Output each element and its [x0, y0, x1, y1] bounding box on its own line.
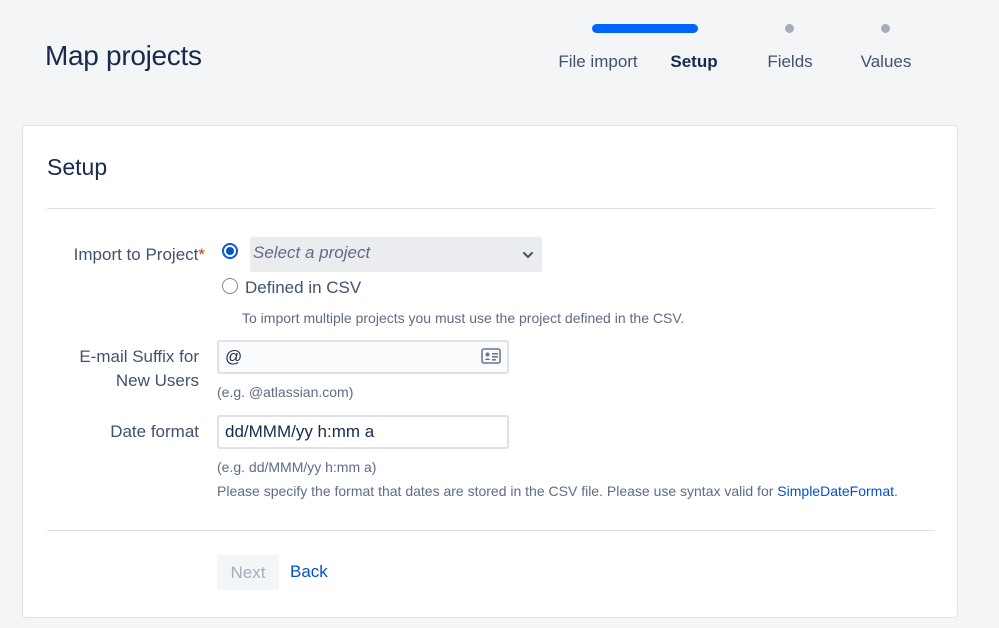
date-format-help-end: . [894, 483, 898, 499]
date-format-label: Date format [110, 422, 199, 441]
email-suffix-input[interactable] [217, 340, 509, 374]
project-select[interactable]: Select a project [250, 237, 542, 272]
step-dot-fields [785, 24, 794, 33]
progress-stepper: File import Setup Fields Values [0, 0, 999, 110]
date-format-help: Please specify the format that dates are… [217, 483, 898, 499]
email-suffix-label: E-mail Suffix for New Users [0, 345, 199, 393]
step-label-values: Values [860, 52, 912, 71]
import-to-project-label: Import to Project* [5, 243, 205, 267]
date-format-example: (e.g. dd/MMM/yy h:mm a) [217, 459, 377, 475]
next-button[interactable]: Next [217, 555, 279, 590]
step-dot-values [881, 24, 890, 33]
chevron-down-icon [523, 252, 533, 258]
defined-in-csv-label[interactable]: Defined in CSV [245, 278, 361, 298]
required-mark: * [198, 245, 205, 264]
step-label-setup: Setup [670, 52, 718, 71]
back-link[interactable]: Back [290, 562, 328, 582]
radio-select-project[interactable] [222, 243, 238, 259]
step-active-bar [592, 24, 698, 33]
divider-bottom [47, 530, 935, 531]
email-suffix-label-line1: E-mail Suffix for [79, 347, 199, 366]
radio-defined-in-csv[interactable] [222, 278, 238, 294]
simpledateformat-link[interactable]: SimpleDateFormat [777, 483, 894, 499]
card-title: Setup [47, 154, 108, 180]
step-label-file-import: File import [558, 52, 638, 71]
setup-card: Setup Import to Project* Select a projec… [22, 125, 958, 618]
divider-top [47, 208, 935, 209]
date-format-help-text: Please specify the format that dates are… [217, 483, 774, 499]
email-suffix-label-line2: New Users [115, 371, 199, 390]
import-help-text: To import multiple projects you must use… [242, 310, 685, 326]
map-projects-page: Map projects File import Setup Fields Va… [0, 0, 999, 628]
project-select-value: Select a project [253, 243, 371, 262]
contact-card-icon[interactable] [481, 348, 501, 364]
import-label-text: Import to Project [73, 245, 199, 264]
email-suffix-help: (e.g. @atlassian.com) [217, 384, 354, 400]
date-format-input[interactable] [217, 415, 509, 449]
step-label-fields: Fields [767, 52, 813, 71]
